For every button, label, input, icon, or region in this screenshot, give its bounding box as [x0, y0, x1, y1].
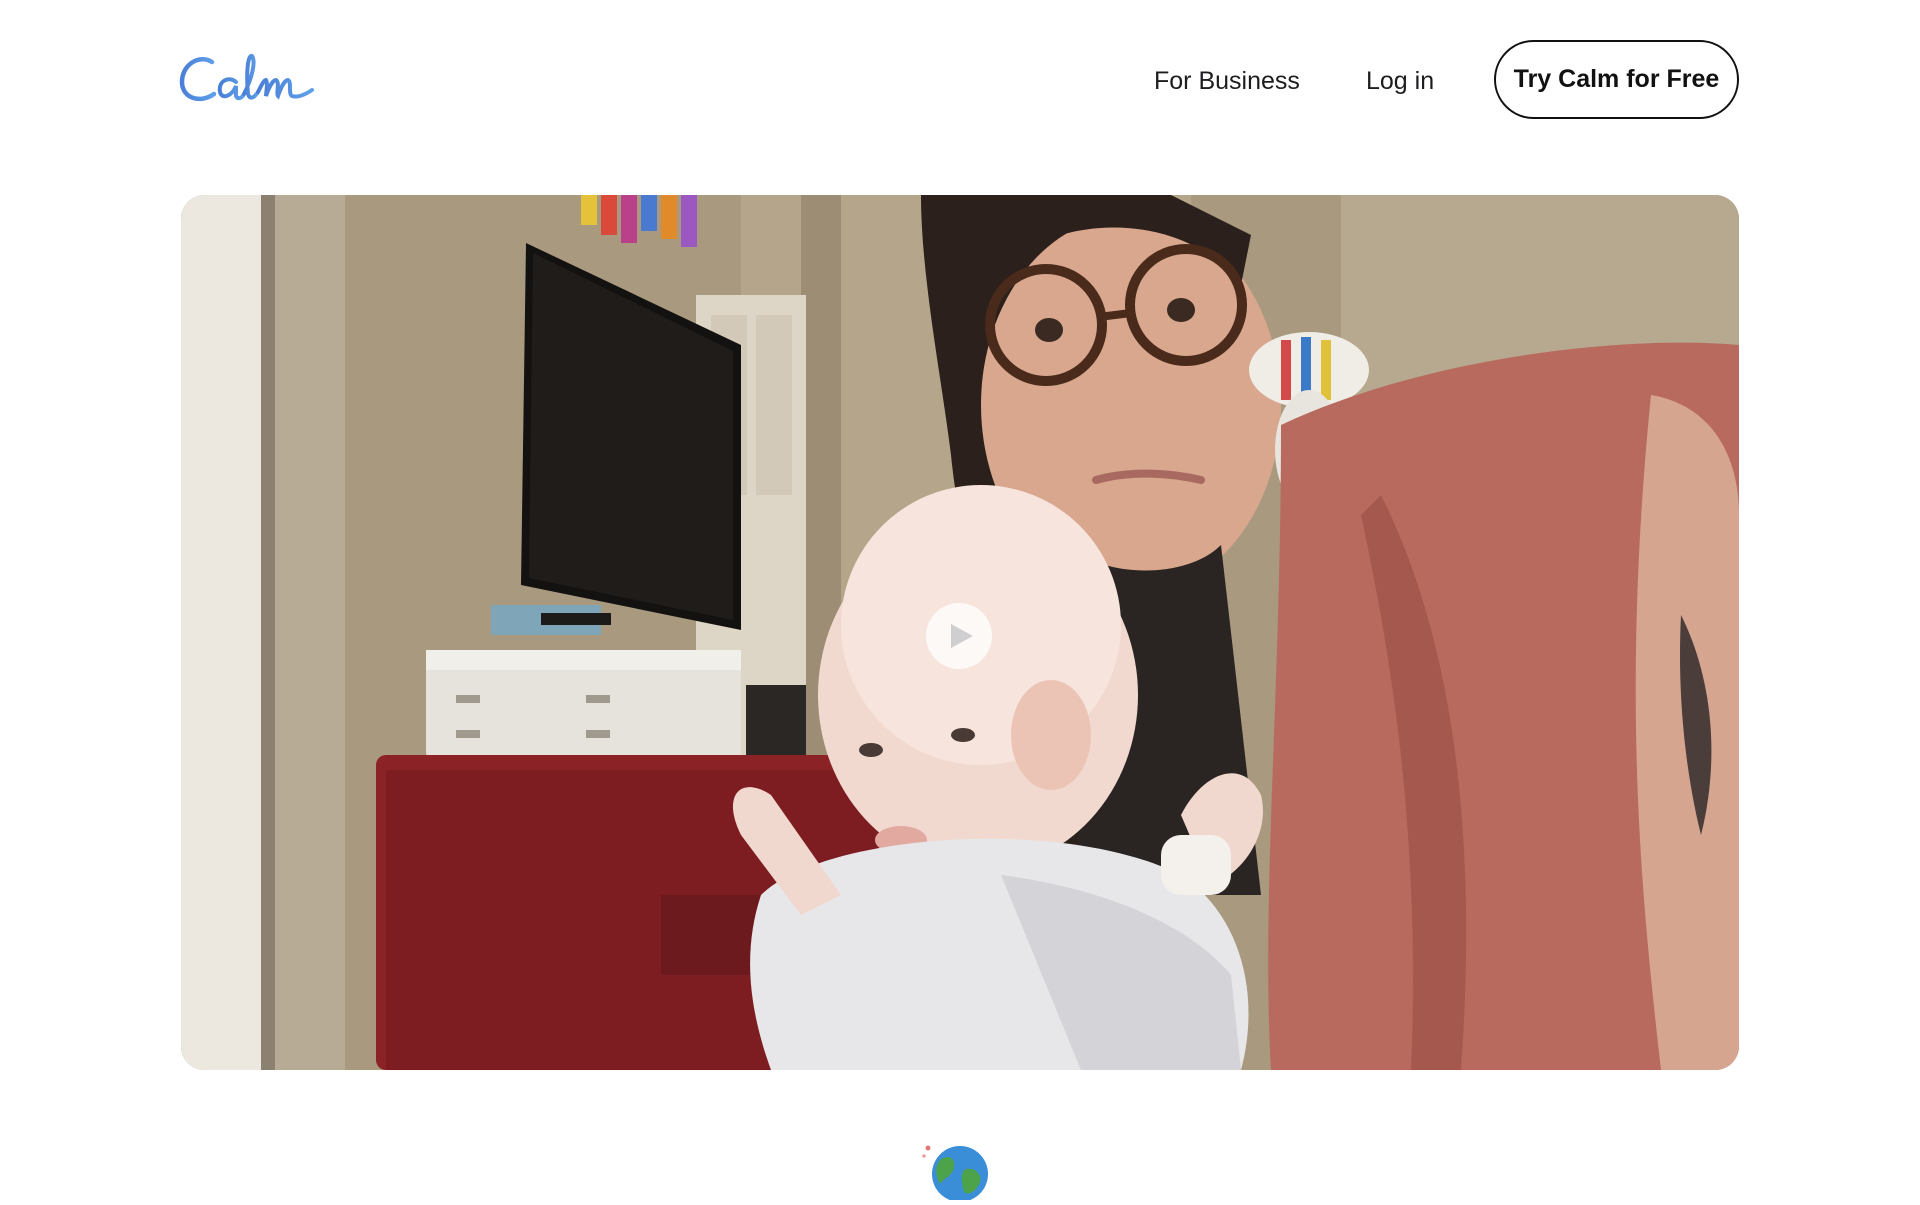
nav-for-business-link[interactable]: For Business — [1154, 62, 1300, 100]
play-button[interactable] — [926, 603, 992, 669]
hero-video[interactable] — [181, 195, 1739, 1070]
calm-logo-wordmark — [179, 54, 314, 102]
globe-icon — [920, 1140, 990, 1202]
try-calm-free-button[interactable]: Try Calm for Free — [1494, 40, 1739, 119]
calm-logo[interactable] — [178, 48, 318, 108]
play-icon — [950, 624, 973, 648]
site-header: For Business Log in Try Calm for Free — [0, 0, 1920, 160]
nav-log-in-link[interactable]: Log in — [1366, 62, 1434, 100]
